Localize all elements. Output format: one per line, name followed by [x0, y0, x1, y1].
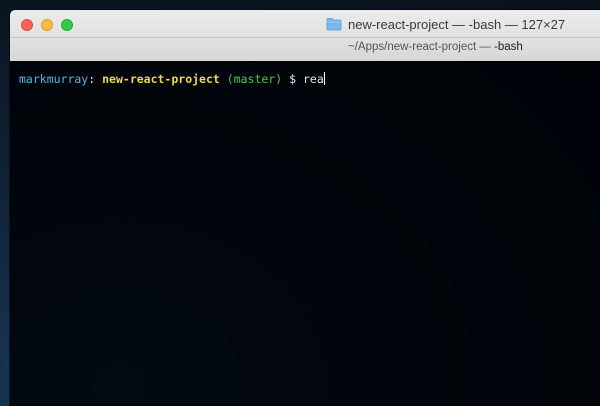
minimize-icon[interactable] [41, 19, 53, 31]
window-title: new-react-project — -bash — 127×27 [348, 16, 566, 32]
title-bar[interactable]: new-react-project — -bash — 127×27 ~/App… [10, 10, 600, 61]
prompt-branch: (master) [226, 72, 283, 86]
terminal-window[interactable]: new-react-project — -bash — 127×27 ~/App… [10, 10, 600, 406]
prompt-user: markmurray [19, 72, 89, 86]
close-icon[interactable] [21, 19, 33, 31]
command-input[interactable]: rea [303, 72, 324, 86]
terminal-content[interactable]: markmurray: new-react-project (master) $… [10, 62, 600, 406]
window-title-row: new-react-project — -bash — 127×27 [326, 15, 565, 33]
prompt-line: markmurray: new-react-project (master) $… [19, 72, 325, 86]
folder-icon [326, 18, 342, 31]
prompt-separator: : [88, 72, 96, 86]
tab-path-text: ~/Apps/new-react-project — [348, 41, 495, 53]
tab-command-text: -bash [494, 41, 523, 53]
prompt-symbol: $ [289, 72, 297, 86]
prompt-directory: new-react-project [102, 72, 220, 86]
tab-bar: ~/Apps/new-react-project — -bash [10, 37, 600, 61]
maximize-icon[interactable] [61, 19, 73, 31]
tab-title[interactable]: ~/Apps/new-react-project — -bash [348, 41, 523, 53]
text-cursor [323, 72, 325, 85]
